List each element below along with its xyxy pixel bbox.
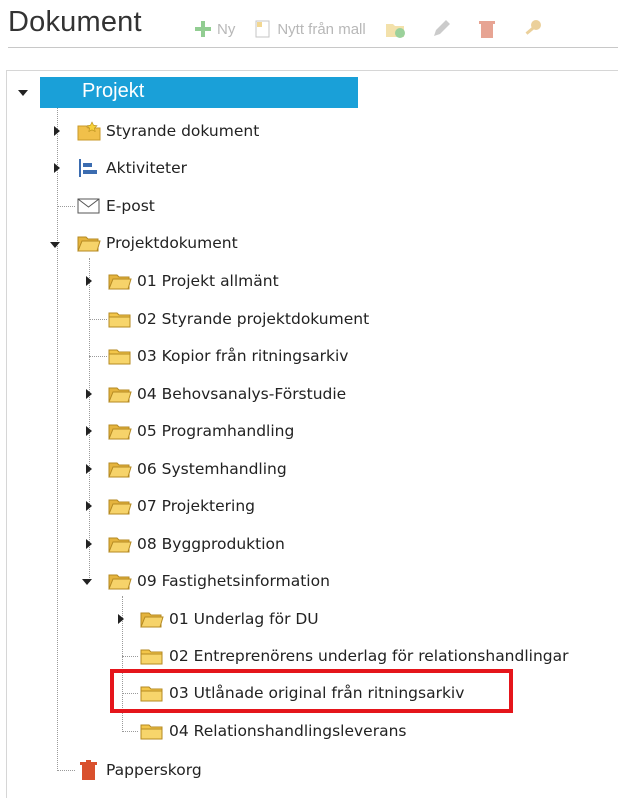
folder-open-icon	[108, 462, 132, 478]
new-from-template-button[interactable]: Nytt från mall	[253, 19, 366, 39]
tree-item-label: 09 Fastighetsinformation	[137, 572, 330, 590]
mail-icon	[77, 198, 100, 214]
tree-item-04-behovsanalys[interactable]: 04 Behovsanalys-Förstudie	[108, 379, 346, 409]
tree-item-label: Styrande dokument	[106, 122, 260, 140]
folder-open-icon	[140, 612, 164, 628]
tree-root-label: Projekt	[82, 80, 145, 102]
tree-item-05-programhandling[interactable]: 05 Programhandling	[108, 416, 294, 446]
tree-item-label: Papperskorg	[106, 761, 202, 779]
tree-line	[57, 206, 75, 207]
folder-open-icon	[108, 574, 132, 590]
add-icon	[195, 21, 211, 37]
expand-toggle-aktiviteter[interactable]	[52, 163, 62, 173]
tree-item-label: 01 Underlag för DU	[169, 610, 319, 628]
folder-open-icon	[108, 499, 132, 515]
page-title: Dokument	[8, 6, 142, 38]
toolbar: Ny Nytt från mall	[193, 16, 568, 42]
folder-open-icon	[108, 387, 132, 403]
tree-item-06-systemhandling[interactable]: 06 Systemhandling	[108, 454, 287, 484]
expand-toggle-08[interactable]	[84, 539, 94, 549]
activities-icon	[79, 159, 97, 177]
tree-line	[57, 108, 58, 769]
folder-icon	[108, 349, 131, 365]
tree-item-02-entreprenorens-underlag[interactable]: 02 Entreprenörens underlag för relations…	[140, 641, 569, 671]
expand-toggle-09[interactable]	[82, 577, 92, 587]
tree-item-label: 04 Behovsanalys-Förstudie	[137, 385, 347, 403]
tree-line	[89, 258, 90, 582]
tree-item-label: 06 Systemhandling	[137, 460, 287, 478]
folder-icon	[108, 312, 131, 328]
tree-item-03-kopior[interactable]: 03 Kopior från ritningsarkiv	[108, 341, 348, 371]
header-bar: Dokument Ny Nytt från mall	[0, 0, 618, 50]
folder-open-icon	[108, 537, 132, 553]
tree-item-label: Aktiviteter	[106, 159, 188, 177]
expand-toggle-07[interactable]	[84, 501, 94, 511]
expand-toggle-01[interactable]	[84, 276, 94, 286]
tree-item-projektdokument[interactable]: Projektdokument	[77, 228, 238, 258]
tree-item-label: 08 Byggproduktion	[137, 535, 285, 553]
tree-item-04-relationshandlingsleverans[interactable]: 04 Relationshandlingsleverans	[140, 716, 407, 746]
edit-icon[interactable]	[430, 18, 452, 40]
tree-item-08-byggproduktion[interactable]: 08 Byggproduktion	[108, 529, 285, 559]
tree-item-09-fastighetsinformation[interactable]: 09 Fastighetsinformation	[108, 566, 330, 596]
tree-line	[122, 731, 138, 732]
tree-item-01-underlag-du[interactable]: 01 Underlag för DU	[140, 604, 319, 634]
tree-item-styrande-dokument[interactable]: Styrande dokument	[77, 116, 259, 146]
expand-toggle-projektdokument[interactable]	[50, 240, 60, 250]
expand-toggle-04[interactable]	[84, 389, 94, 399]
highlight-box	[110, 669, 513, 713]
new-button-label: Ny	[217, 20, 236, 38]
tree-item-07-projektering[interactable]: 07 Projektering	[108, 491, 255, 521]
tree-item-label: E-post	[106, 197, 155, 215]
tree-item-label: 07 Projektering	[137, 497, 256, 515]
tree-item-aktiviteter[interactable]: Aktiviteter	[77, 153, 187, 183]
delete-icon[interactable]	[476, 18, 498, 40]
header-divider	[8, 47, 618, 48]
new-from-template-label: Nytt från mall	[277, 20, 366, 38]
tree-item-label: 05 Programhandling	[137, 422, 295, 440]
tree-item-label: 03 Kopior från ritningsarkiv	[137, 347, 349, 365]
expand-toggle-06[interactable]	[84, 464, 94, 474]
expand-toggle-05[interactable]	[84, 426, 94, 436]
tree-line	[89, 356, 107, 357]
folder-open-icon	[77, 236, 101, 252]
tree-item-label: 04 Relationshandlingsleverans	[169, 722, 407, 740]
new-button[interactable]: Ny	[193, 19, 235, 39]
tree-item-01-projekt-allmant[interactable]: 01 Projekt allmänt	[108, 266, 279, 296]
tree-item-label: Projektdokument	[106, 234, 238, 252]
expand-toggle-styrande[interactable]	[52, 126, 62, 136]
tree-line	[57, 770, 75, 771]
folder-icon	[140, 649, 163, 665]
folder-open-icon	[108, 424, 132, 440]
folder-icon	[140, 724, 163, 740]
tree-item-label: 02 Entreprenörens underlag för relations…	[169, 647, 569, 665]
expand-toggle-09-01[interactable]	[116, 614, 126, 624]
tree-item-02-styrande-projektdokument[interactable]: 02 Styrande projektdokument	[108, 304, 369, 334]
tree-item-label: 02 Styrande projektdokument	[137, 310, 370, 328]
tree-item-e-post[interactable]: E-post	[77, 191, 155, 221]
tree-item-papperskorg[interactable]: Papperskorg	[77, 755, 202, 785]
tree-line	[89, 319, 107, 320]
folder-open-icon	[108, 274, 132, 290]
folder-star-icon	[77, 121, 101, 141]
tree-item-label: 01 Projekt allmänt	[137, 272, 279, 290]
template-icon	[255, 20, 270, 38]
expand-toggle-projekt[interactable]	[18, 88, 28, 98]
trash-icon	[80, 760, 97, 780]
key-icon[interactable]	[522, 18, 544, 40]
add-folder-icon[interactable]	[384, 18, 406, 40]
tree-line	[122, 656, 138, 657]
